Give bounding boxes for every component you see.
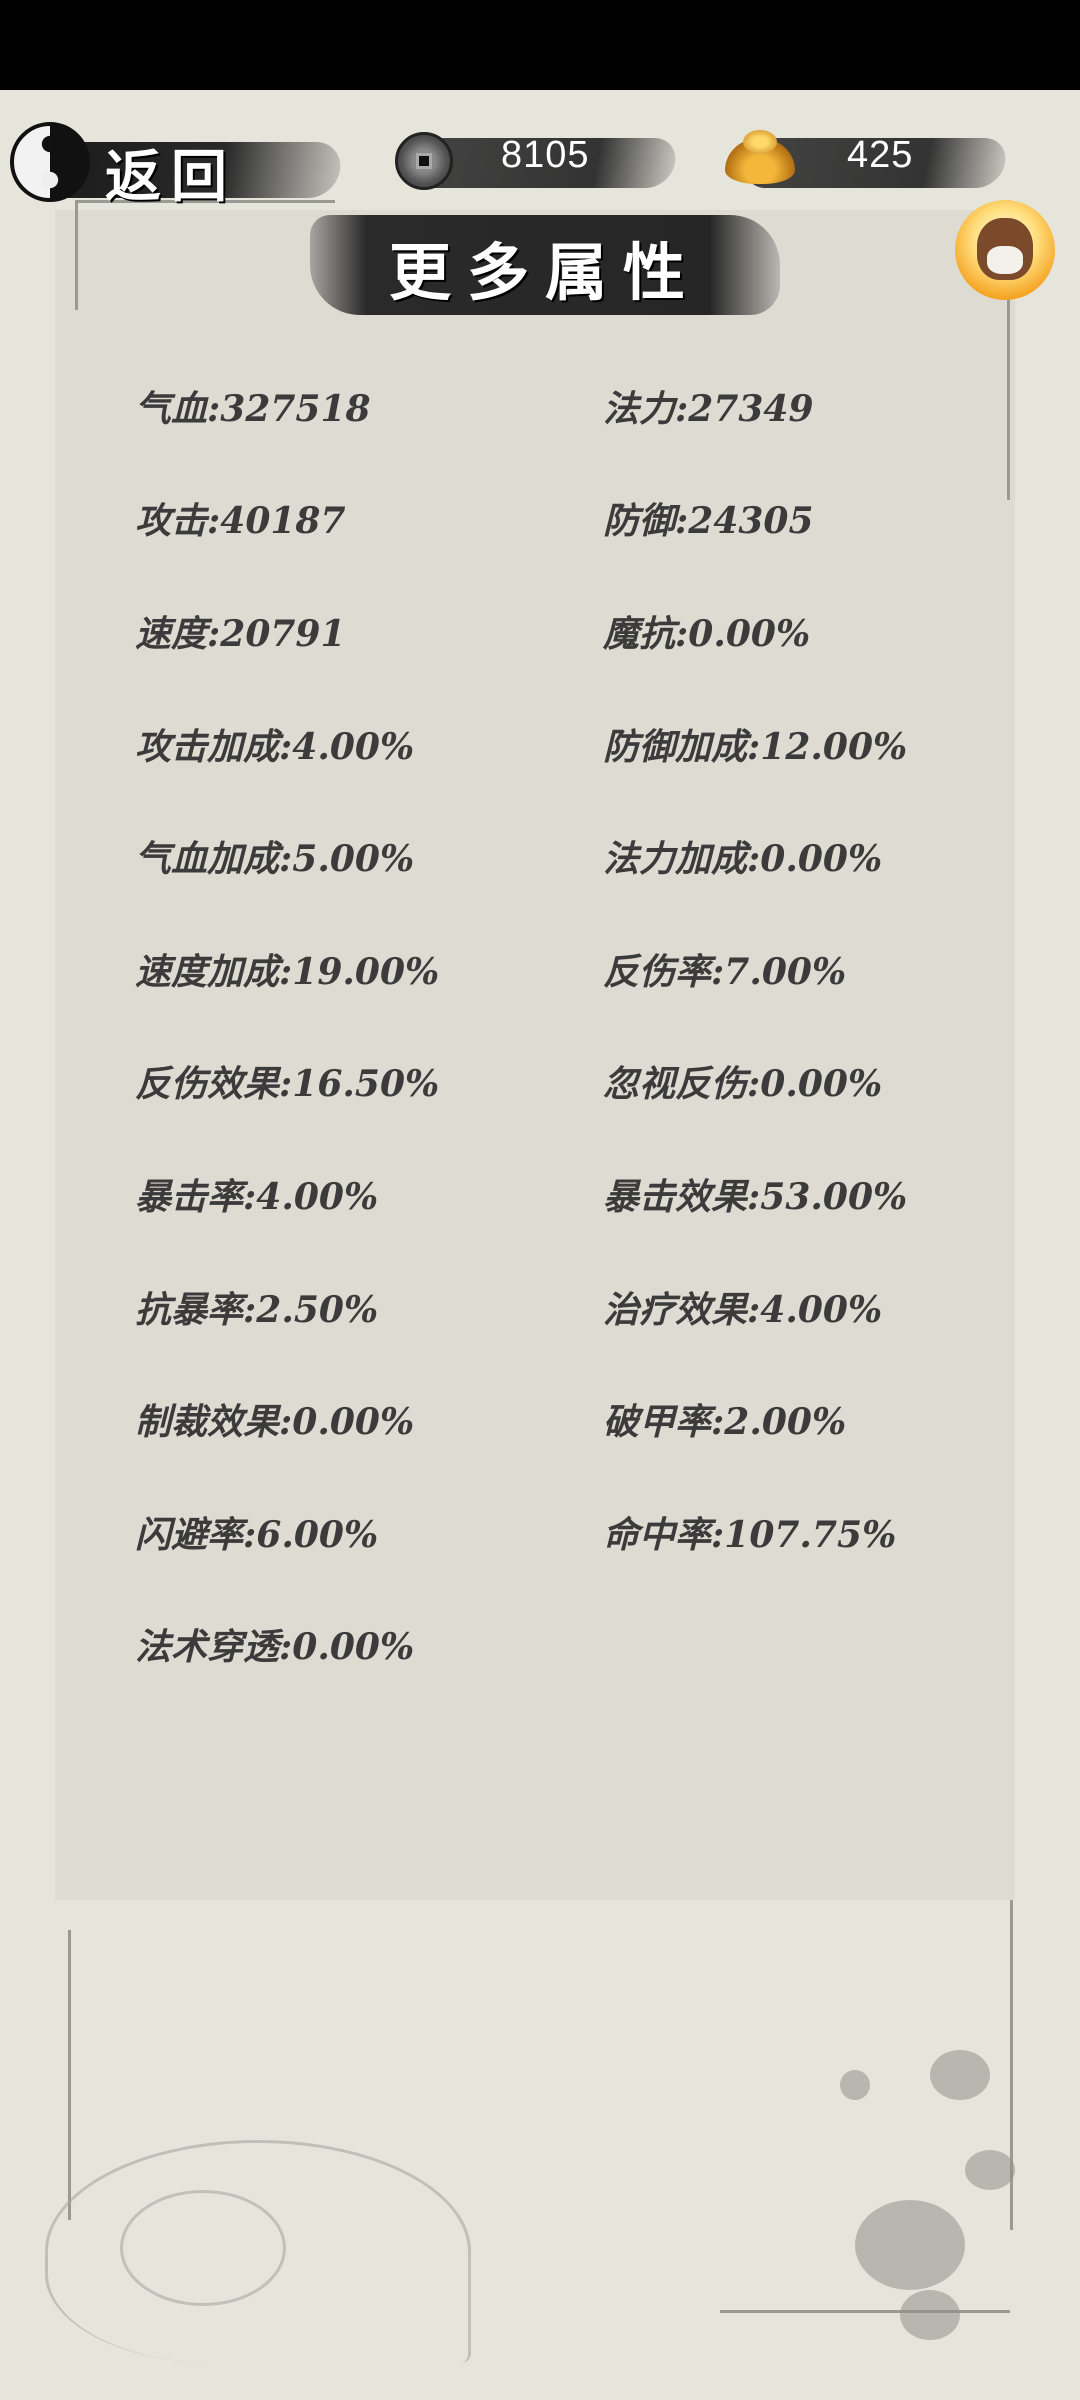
stat-reflect-effect: 反伤效果:16.50% <box>135 1063 440 1105</box>
stat-crit-rate: 暴击率:4.00% <box>135 1176 379 1218</box>
stat-spell-penetration: 法术穿透:0.00% <box>135 1626 415 1668</box>
ink-splash-decoration <box>840 2070 870 2100</box>
coin-counter: 8105 <box>395 128 685 198</box>
coin-value: 8105 <box>501 134 590 176</box>
status-bar <box>0 0 1080 90</box>
ink-splash-decoration <box>855 2200 965 2290</box>
frame-bottom-line <box>720 2310 1010 2313</box>
stat-heal-effect: 治疗效果:4.00% <box>603 1289 883 1331</box>
stat-gongji: 攻击:40187 <box>135 500 346 542</box>
ingot-counter: 425 <box>725 128 1025 198</box>
stat-sudu: 速度:20791 <box>135 613 346 655</box>
stat-dodge-rate: 闪避率:6.00% <box>135 1514 379 1556</box>
stat-attack-bonus: 攻击加成:4.00% <box>135 726 415 768</box>
stat-mokang: 魔抗:0.00% <box>603 613 811 655</box>
frame-bottom-left-line <box>68 1930 71 2220</box>
stat-speed-bonus: 速度加成:19.00% <box>135 951 440 993</box>
avatar-face <box>977 218 1033 280</box>
stat-hit-rate: 命中率:107.75% <box>603 1514 897 1556</box>
stat-crit-effect: 暴击效果:53.00% <box>603 1176 908 1218</box>
stat-armor-break: 破甲率:2.00% <box>603 1401 847 1443</box>
back-button[interactable]: 返回 <box>10 122 344 222</box>
top-bar: 返回 8105 425 <box>0 90 1080 220</box>
stat-qixue: 气血:327518 <box>135 388 371 430</box>
stat-sanction-effect: 制裁效果:0.00% <box>135 1401 415 1443</box>
stat-ignore-reflect: 忽视反伤:0.00% <box>603 1063 883 1105</box>
ink-splash-decoration <box>930 2050 990 2100</box>
mascot-avatar-icon[interactable] <box>955 200 1055 300</box>
stat-defense-bonus: 防御加成:12.00% <box>603 726 908 768</box>
stat-hp-bonus: 气血加成:5.00% <box>135 838 415 880</box>
stat-fangyu: 防御:24305 <box>603 500 814 542</box>
back-label: 返回 <box>105 144 237 210</box>
ink-splash-decoration <box>900 2290 960 2340</box>
ingot-value: 425 <box>847 134 914 176</box>
page-title: 更多属性 <box>388 236 701 309</box>
ink-splash-decoration <box>965 2150 1015 2190</box>
copper-coin-icon <box>395 132 453 190</box>
stat-reflect-rate: 反伤率:7.00% <box>603 951 847 993</box>
cloud-swirl-decoration <box>120 2190 286 2306</box>
stat-crit-resist: 抗暴率:2.50% <box>135 1289 379 1331</box>
stat-fali: 法力:27349 <box>603 388 814 430</box>
taiji-icon <box>10 122 90 202</box>
stat-mana-bonus: 法力加成:0.00% <box>603 838 883 880</box>
